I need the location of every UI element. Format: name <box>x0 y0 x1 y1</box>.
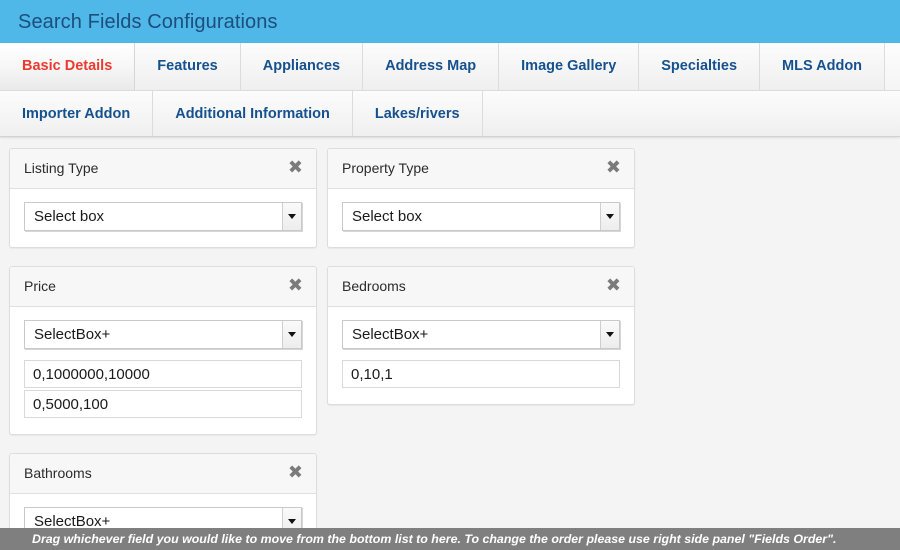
field-type-select[interactable]: SelectBox+ <box>342 320 620 349</box>
status-bar-message: Drag whichever field you would like to m… <box>32 533 836 545</box>
tab-label: Basic Details <box>22 58 112 75</box>
field-panel-bedrooms[interactable]: Bedrooms ✖ SelectBox+ <box>327 266 635 405</box>
field-panel-header[interactable]: Bathrooms ✖ <box>10 454 316 494</box>
field-type-select[interactable]: SelectBox+ <box>24 320 302 349</box>
tab-strip: Basic Details Features Appliances Address M… <box>0 43 900 137</box>
tab-features[interactable]: Features <box>135 43 240 90</box>
tab-row-primary: Basic Details Features Appliances Address M… <box>0 43 900 91</box>
chevron-down-icon[interactable] <box>600 321 619 348</box>
tab-label: Importer Addon <box>22 106 130 123</box>
tab-additional-information[interactable]: Additional Information <box>153 91 353 137</box>
tab-label: Image Gallery <box>521 58 616 75</box>
page-title: Search Fields Configurations <box>18 12 278 32</box>
field-panel-body: Select box <box>328 189 634 247</box>
field-range-input-1[interactable] <box>24 360 302 388</box>
window-titlebar: Search Fields Configurations <box>0 0 900 43</box>
tab-label: MLS Addon <box>782 58 862 75</box>
tab-row-secondary: Importer Addon Additional Information Lake… <box>0 91 900 137</box>
fields-column-left: Listing Type ✖ Select box Price ✖ SelectBox+ B… <box>9 148 317 550</box>
field-type-select[interactable]: Select box <box>342 202 620 231</box>
field-panel-title: Bathrooms <box>24 466 92 480</box>
tab-image-gallery[interactable]: Image Gallery <box>499 43 639 90</box>
chevron-down-icon[interactable] <box>600 203 619 230</box>
field-type-select[interactable]: Select box <box>24 202 302 231</box>
field-type-select-value: SelectBox+ <box>343 327 428 342</box>
field-panel-header[interactable]: Property Type ✖ <box>328 149 634 189</box>
close-icon[interactable]: ✖ <box>604 159 623 177</box>
field-panel-body: SelectBox+ <box>10 307 316 434</box>
field-type-select-value: Select box <box>25 209 104 224</box>
field-panel-body: Select box <box>10 189 316 247</box>
close-icon[interactable]: ✖ <box>286 159 305 177</box>
app-root: Search Fields Configurations Basic Detai… <box>0 0 900 550</box>
field-panel-title: Property Type <box>342 161 429 175</box>
tab-specialties[interactable]: Specialties <box>639 43 760 90</box>
field-panel-title: Price <box>24 279 56 293</box>
fields-columns: Listing Type✖Select boxPrice✖SelectBox+B… <box>0 148 900 550</box>
tab-basic-details[interactable]: Basic Details <box>0 43 135 90</box>
tab-label: Features <box>157 58 217 75</box>
field-panel-header[interactable]: Price ✖ <box>10 267 316 307</box>
tab-importer-addon[interactable]: Importer Addon <box>0 91 153 137</box>
fields-content-area: Listing Type✖Select boxPrice✖SelectBox+B… <box>0 137 900 550</box>
field-type-select-value: SelectBox+ <box>25 327 110 342</box>
field-panel-header[interactable]: Bedrooms ✖ <box>328 267 634 307</box>
tab-label: Appliances <box>263 58 340 75</box>
tab-appliances[interactable]: Appliances <box>241 43 363 90</box>
field-panel-title: Listing Type <box>24 161 98 175</box>
field-panel-header[interactable]: Listing Type ✖ <box>10 149 316 189</box>
close-icon[interactable]: ✖ <box>286 464 305 482</box>
field-type-select-value: SelectBox+ <box>25 514 110 529</box>
fields-column-right: Property Type ✖ Select box Bedrooms ✖ SelectB… <box>327 148 635 423</box>
chevron-down-icon[interactable] <box>282 321 301 348</box>
tab-label: Address Map <box>385 58 476 75</box>
status-bar: Drag whichever field you would like to m… <box>0 528 900 550</box>
field-panel-title: Bedrooms <box>342 279 406 293</box>
tab-lakes-rivers[interactable]: Lakes/rivers <box>353 91 483 137</box>
tab-row-filler <box>483 91 900 137</box>
tab-label: Specialties <box>661 58 737 75</box>
field-panel-property-type[interactable]: Property Type ✖ Select box <box>327 148 635 248</box>
field-panel-listing-type[interactable]: Listing Type ✖ Select box <box>9 148 317 248</box>
field-range-input-1[interactable] <box>342 360 620 388</box>
field-panel-body: SelectBox+ <box>328 307 634 404</box>
field-range-input-2[interactable] <box>24 390 302 418</box>
field-panel-price[interactable]: Price ✖ SelectBox+ <box>9 266 317 435</box>
tab-label: Additional Information <box>175 106 330 123</box>
tab-address-map[interactable]: Address Map <box>363 43 499 90</box>
field-type-select-value: Select box <box>343 209 422 224</box>
tab-label: Lakes/rivers <box>375 106 460 123</box>
close-icon[interactable]: ✖ <box>604 277 623 295</box>
close-icon[interactable]: ✖ <box>286 277 305 295</box>
tab-mls-addon[interactable]: MLS Addon <box>760 43 885 90</box>
chevron-down-icon[interactable] <box>282 203 301 230</box>
